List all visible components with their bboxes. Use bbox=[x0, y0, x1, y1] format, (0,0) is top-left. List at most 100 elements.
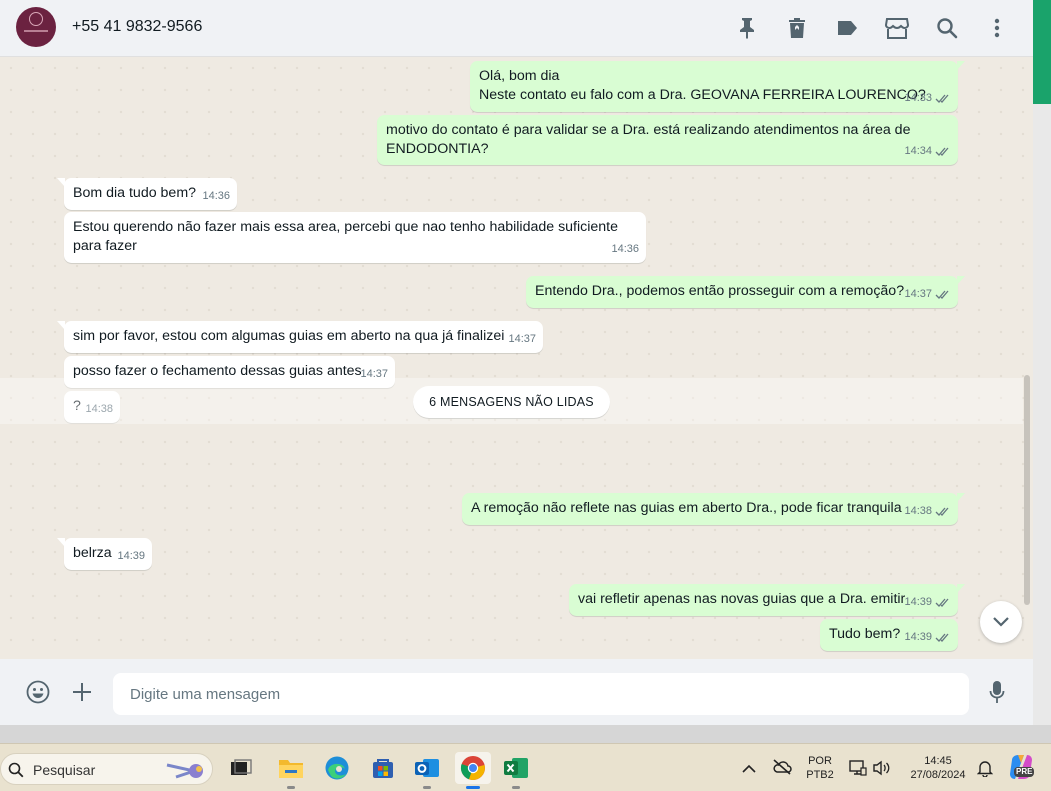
chat-scrollbar-thumb[interactable] bbox=[1024, 375, 1030, 605]
language-code: POR bbox=[808, 755, 832, 767]
message-text: sim por favor, estou com algumas guias e… bbox=[73, 328, 505, 344]
message-time: 14:39 bbox=[117, 550, 145, 562]
running-indicator bbox=[287, 786, 295, 789]
network-icon[interactable] bbox=[849, 759, 867, 782]
bubble-tail bbox=[957, 584, 965, 593]
message-incoming[interactable]: Estou querendo não fazer mais essa area,… bbox=[64, 212, 646, 263]
contact-avatar[interactable] bbox=[16, 7, 56, 47]
message-text: Olá, bom dia Neste contato eu falo com a… bbox=[479, 68, 926, 103]
message-outgoing[interactable]: motivo do contato é para validar se a Dr… bbox=[377, 115, 958, 165]
message-incoming[interactable]: belrza 14:39 bbox=[57, 538, 152, 570]
bubble-tail bbox=[57, 178, 65, 187]
folder-icon bbox=[279, 760, 303, 778]
double-check-icon bbox=[935, 507, 949, 516]
message-meta: 14:39 bbox=[904, 628, 951, 647]
message-meta: 14:38 bbox=[904, 502, 951, 521]
message-time: 14:36 bbox=[611, 243, 639, 255]
message-meta: 14:37 bbox=[508, 330, 536, 349]
store-icon[interactable] bbox=[883, 14, 911, 42]
copilot-badge: PRE bbox=[1014, 767, 1035, 777]
message-meta: 14:34 bbox=[904, 142, 951, 161]
taskbar-app-outlook[interactable] bbox=[411, 752, 443, 789]
message-time: 14:39 bbox=[904, 596, 932, 608]
message-time: 14:39 bbox=[904, 631, 932, 643]
message-input[interactable] bbox=[113, 673, 969, 715]
taskbar-search-box[interactable]: Pesquisar bbox=[0, 753, 213, 785]
search-icon bbox=[8, 762, 24, 778]
avatar-logo-mark bbox=[29, 12, 43, 26]
search-highlight-icon bbox=[166, 763, 203, 779]
taskbar-app-file-explorer[interactable] bbox=[275, 752, 307, 789]
message-meta: 14:37 bbox=[904, 285, 951, 304]
microphone-icon[interactable] bbox=[984, 679, 1010, 705]
message-meta: 14:39 bbox=[904, 593, 951, 612]
double-check-icon bbox=[935, 94, 949, 103]
clock[interactable]: 14:45 27/08/2024 bbox=[900, 754, 976, 782]
message-time: 14:38 bbox=[904, 505, 932, 517]
message-incoming[interactable]: sim por favor, estou com algumas guias e… bbox=[57, 321, 543, 353]
message-meta: 14:36 bbox=[202, 187, 230, 206]
message-time: 14:37 bbox=[508, 333, 536, 345]
message-time: 14:36 bbox=[202, 190, 230, 202]
task-view-icon bbox=[231, 759, 252, 775]
message-meta: 14:33 bbox=[904, 89, 951, 108]
volume-icon[interactable] bbox=[872, 759, 890, 782]
taskbar-app-store[interactable] bbox=[367, 752, 399, 784]
running-indicator bbox=[512, 786, 520, 789]
message-outgoing[interactable]: A remoção não reflete nas guias em abert… bbox=[462, 493, 965, 525]
message-outgoing[interactable]: Entendo Dra., podemos então prosseguir c… bbox=[526, 276, 965, 308]
window-edge bbox=[1033, 0, 1051, 725]
onedrive-offline-icon[interactable] bbox=[772, 758, 792, 781]
double-check-icon bbox=[935, 598, 949, 607]
copilot-icon[interactable]: PRE bbox=[1008, 754, 1035, 785]
message-text: Tudo bem? bbox=[829, 626, 901, 642]
message-text: Bom dia tudo bem? bbox=[73, 185, 197, 201]
avatar-logo-text bbox=[24, 30, 48, 32]
message-incoming[interactable]: Bom dia tudo bem? 14:36 bbox=[57, 178, 237, 210]
delete-icon[interactable] bbox=[783, 14, 811, 42]
clock-time: 14:45 bbox=[924, 755, 952, 767]
excel-icon bbox=[504, 758, 528, 778]
tray-overflow-chevron-up-icon[interactable] bbox=[742, 761, 756, 779]
attach-plus-icon[interactable] bbox=[69, 679, 95, 705]
input-language-indicator[interactable]: POR PTB2 bbox=[803, 754, 837, 782]
task-view-button[interactable] bbox=[225, 752, 257, 784]
taskbar-app-excel[interactable] bbox=[500, 752, 532, 789]
bubble-tail bbox=[57, 321, 65, 330]
keyboard-layout: PTB2 bbox=[806, 769, 834, 781]
running-indicator bbox=[423, 786, 431, 789]
message-text: belrza bbox=[73, 545, 112, 561]
taskbar-app-edge[interactable] bbox=[321, 752, 353, 784]
message-outgoing[interactable]: Olá, bom dia Neste contato eu falo com a… bbox=[470, 61, 965, 112]
microsoft-store-icon bbox=[373, 759, 393, 778]
active-indicator bbox=[466, 786, 480, 789]
pin-icon[interactable] bbox=[733, 14, 761, 42]
double-check-icon bbox=[935, 147, 949, 156]
label-icon[interactable] bbox=[833, 14, 861, 42]
message-meta: 14:39 bbox=[117, 547, 145, 566]
clock-date: 27/08/2024 bbox=[910, 769, 966, 781]
chrome-icon bbox=[460, 756, 485, 780]
more-icon[interactable] bbox=[983, 14, 1011, 42]
emoji-icon[interactable] bbox=[25, 679, 51, 705]
contact-name[interactable]: +55 41 9832-9566 bbox=[72, 18, 202, 36]
message-text: Estou querendo não fazer mais essa area,… bbox=[73, 219, 619, 254]
taskbar-app-chrome[interactable] bbox=[455, 752, 491, 789]
notification-bell-icon[interactable] bbox=[976, 759, 994, 782]
search-icon[interactable] bbox=[933, 14, 961, 42]
bubble-tail bbox=[957, 493, 965, 502]
outlook-icon bbox=[415, 759, 439, 777]
message-list[interactable]: Olá, bom dia Neste contato eu falo com a… bbox=[0, 57, 1033, 659]
taskbar-search-label: Pesquisar bbox=[33, 762, 96, 778]
double-check-icon bbox=[935, 633, 949, 642]
message-time: 14:33 bbox=[904, 92, 932, 104]
scroll-to-bottom-button[interactable] bbox=[980, 601, 1022, 643]
message-time: 14:34 bbox=[904, 145, 932, 157]
background-app-strip bbox=[1033, 0, 1051, 104]
bubble-tail bbox=[957, 61, 965, 70]
message-text: posso fazer o fechamento dessas guias an… bbox=[73, 363, 362, 379]
message-input-wrapper bbox=[113, 673, 969, 715]
edge-icon bbox=[325, 756, 349, 780]
message-outgoing[interactable]: vai refletir apenas nas novas guias que … bbox=[569, 584, 965, 616]
message-outgoing[interactable]: Tudo bem? 14:39 bbox=[820, 619, 958, 651]
